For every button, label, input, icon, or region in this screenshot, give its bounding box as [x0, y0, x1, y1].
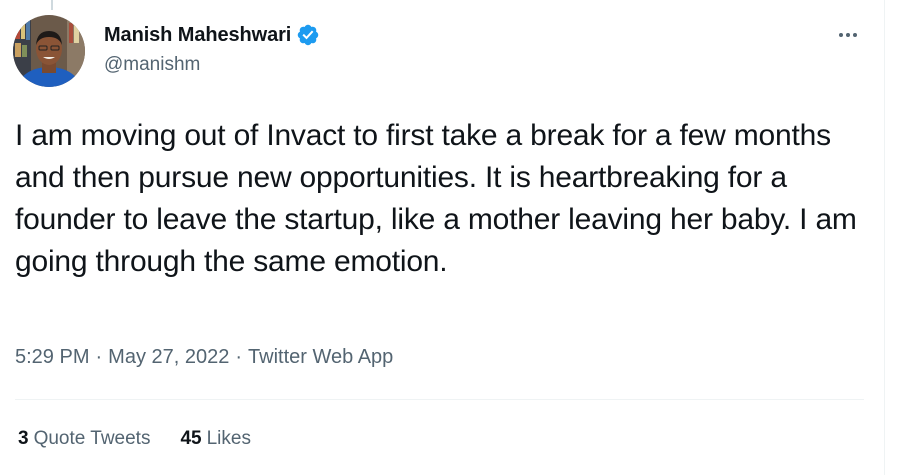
separator-dot: · [95, 346, 103, 368]
author-name-row: Manish Maheshwari [104, 22, 320, 48]
tweet-date[interactable]: May 27, 2022 [108, 346, 229, 369]
verified-badge-icon [296, 23, 320, 47]
quote-tweets-label: Quote Tweets [33, 428, 151, 449]
quote-tweets-link[interactable]: 3 Quote Tweets [18, 428, 150, 450]
quote-tweets-count: 3 [18, 428, 29, 449]
tweet-stats: 3 Quote Tweets 45 Likes [18, 428, 251, 450]
likes-link[interactable]: 45 Likes [180, 428, 251, 450]
author-handle[interactable]: @manishm [104, 54, 320, 76]
tweet-source[interactable]: Twitter Web App [248, 346, 393, 369]
tweet-time[interactable]: 5:29 PM [15, 346, 89, 369]
column-border [884, 0, 885, 475]
author-display-name[interactable]: Manish Maheshwari [104, 24, 291, 47]
more-horizontal-icon [839, 33, 857, 37]
likes-count: 45 [180, 428, 202, 449]
tweet-text: I am moving out of Invact to first take … [15, 119, 857, 278]
divider [15, 399, 864, 400]
likes-label: Likes [206, 428, 251, 449]
tweet-metadata: 5:29 PM · May 27, 2022 · Twitter Web App [15, 346, 393, 369]
more-options-button[interactable] [830, 20, 866, 50]
author-info[interactable]: Manish Maheshwari @manishm [104, 22, 320, 76]
thread-connector-line [51, 0, 53, 10]
separator-dot: · [235, 346, 243, 368]
avatar[interactable] [13, 15, 85, 87]
avatar-image [13, 15, 85, 87]
